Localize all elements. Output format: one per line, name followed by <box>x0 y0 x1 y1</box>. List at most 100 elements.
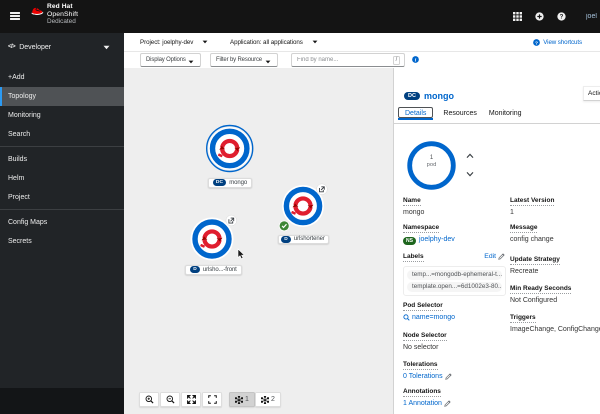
filter-by-resource-label: Filter by Resource <box>216 57 262 63</box>
detail-name: Name mongo <box>403 197 503 216</box>
svg-text:?: ? <box>559 14 563 21</box>
view-shortcuts-link[interactable]: ? View shortcuts <box>533 33 582 51</box>
sidebar-item-secrets[interactable]: Secrets <box>0 232 124 251</box>
add-circle-icon[interactable] <box>528 7 550 27</box>
application-selector[interactable]: Application: all applications <box>230 33 318 51</box>
sidebar-nav: </> Developer +Add Topology Monitoring S… <box>0 33 124 414</box>
detail-label: Name <box>403 197 421 206</box>
detail-label: Pod Selector <box>403 302 443 311</box>
display-options-dropdown[interactable]: Display Options <box>140 53 201 67</box>
perspective-switcher[interactable]: </> Developer <box>0 33 124 61</box>
topology-controls: 1 2 <box>139 392 281 407</box>
scale-up-button[interactable] <box>465 152 475 160</box>
detail-label: Node Selector <box>403 332 447 341</box>
tab-details[interactable]: Details <box>398 107 434 120</box>
detail-label: Triggers <box>510 314 536 323</box>
resource-badge-d: D <box>281 235 291 243</box>
namespace-link[interactable]: joelphy-dev <box>419 236 455 243</box>
filter-by-resource-dropdown[interactable]: Filter by Resource <box>210 53 278 67</box>
sidebar-item-monitoring[interactable]: Monitoring <box>0 106 124 125</box>
annotations-link[interactable]: 1 Annotation <box>403 400 442 407</box>
detail-value: 1 <box>510 208 514 216</box>
zoom-out-button[interactable] <box>160 392 180 407</box>
pencil-icon <box>444 399 451 407</box>
svg-text:?: ? <box>535 40 538 46</box>
resource-badge-dc: DC <box>212 179 227 187</box>
topology-graph <box>190 124 328 261</box>
detail-label: Min Ready Seconds <box>510 285 572 294</box>
node-label-urlshortener[interactable]: D urlshortener <box>277 234 329 244</box>
caret-down-icon <box>265 60 271 64</box>
labels-group: temp...=mongodb-ephemeral-t... template.… <box>403 265 506 296</box>
tolerations-link[interactable]: 0 Tolerations <box>403 373 443 380</box>
sidebar-item-project[interactable]: Project <box>0 188 124 207</box>
help-circle-icon[interactable]: ? <box>550 7 572 27</box>
pencil-icon <box>444 372 452 380</box>
sidebar-item-config-maps[interactable]: Config Maps <box>0 213 124 232</box>
detail-label: Tolerations <box>403 361 438 370</box>
topology-canvas[interactable]: DC mongo D urlshortener D urlsho...-fron… <box>124 68 393 414</box>
sidebar-item-builds[interactable]: Builds <box>0 150 124 169</box>
resource-badge-d: D <box>190 266 200 273</box>
caret-down-icon <box>103 45 110 50</box>
reset-view-button[interactable] <box>202 392 222 407</box>
node-label-mongo[interactable]: DC mongo <box>208 177 252 188</box>
open-url-decorator[interactable] <box>316 183 328 196</box>
actions-dropdown[interactable]: Actions <box>583 86 600 101</box>
layout-2-button[interactable]: 2 <box>255 392 281 407</box>
detail-pod-selector: Pod Selector name=mongo <box>403 302 503 321</box>
sidebar-item-helm[interactable]: Helm <box>0 169 124 188</box>
display-options-label: Display Options <box>146 57 186 63</box>
apps-grid-icon[interactable] <box>506 7 528 27</box>
node-urlshortener[interactable] <box>278 183 328 232</box>
layout-1-button[interactable]: 1 <box>229 392 255 407</box>
node-label-urlsho-front[interactable]: D urlsho...-front <box>185 264 242 275</box>
pod-donut[interactable]: 1 pod <box>407 141 456 190</box>
node-mongo[interactable] <box>205 124 254 173</box>
detail-value: Recreate <box>510 267 539 275</box>
labels-edit-link[interactable]: Edit <box>484 253 505 260</box>
find-by-name-input[interactable] <box>292 57 393 63</box>
detail-value: mongo <box>403 208 425 216</box>
build-success-decorator[interactable] <box>278 220 290 232</box>
fit-to-screen-button[interactable] <box>181 392 201 407</box>
edit-label: Edit <box>484 253 496 260</box>
info-circle-icon[interactable]: i <box>412 56 419 63</box>
panel-title-link[interactable]: mongo <box>424 91 454 101</box>
tab-monitoring[interactable]: Monitoring <box>487 107 524 123</box>
project-selector[interactable]: Project: joelphy-dev <box>140 33 208 51</box>
brand-line1: Red Hat <box>47 3 73 10</box>
nav-toggle-button[interactable] <box>10 12 20 20</box>
detail-namespace: Namespace NS joelphy-dev <box>403 224 503 245</box>
tab-resources[interactable]: Resources <box>441 107 478 123</box>
brand-line2: OpenShift <box>47 10 79 18</box>
detail-label: Labels <box>403 253 424 262</box>
sidebar-item-add[interactable]: +Add <box>0 68 124 87</box>
view-shortcuts-label: View shortcuts <box>543 38 582 46</box>
zoom-in-button[interactable] <box>139 392 159 407</box>
detail-labels: Labels Edit temp...=mongodb-ephemeral-t.… <box>403 253 511 296</box>
open-url-decorator[interactable] <box>225 214 238 227</box>
detail-message: Message config change <box>510 224 598 243</box>
detail-value: config change <box>510 235 554 243</box>
caret-down-icon <box>188 60 194 64</box>
detail-tolerations: Tolerations 0 Tolerations <box>403 361 503 380</box>
scale-down-button[interactable] <box>465 170 475 178</box>
masthead: Red Hat OpenShift Dedicated ? joel <box>0 0 600 33</box>
node-label-text: urlshortener <box>293 236 325 243</box>
detail-min-ready-seconds: Min Ready Seconds Not Configured <box>510 285 598 304</box>
sidebar-item-search[interactable]: Search <box>0 125 124 144</box>
label-chip: temp...=mongodb-ephemeral-t... <box>407 269 502 280</box>
sidebar-item-topology[interactable]: Topology <box>0 87 124 106</box>
node-urlsho-front[interactable] <box>190 214 238 261</box>
node-label-text: urlsho...-front <box>202 266 237 273</box>
nav-divider <box>0 146 124 147</box>
detail-triggers: Triggers ImageChange, ConfigChange <box>510 314 600 333</box>
detail-value: ImageChange, ConfigChange <box>510 325 600 333</box>
caret-down-icon <box>202 40 208 44</box>
pod-selector-link[interactable]: name=mongo <box>412 314 455 321</box>
user-menu[interactable]: joel <box>586 13 600 20</box>
detail-label: Message <box>510 224 538 233</box>
pencil-icon <box>498 253 505 260</box>
perspective-label: Developer <box>19 43 52 51</box>
